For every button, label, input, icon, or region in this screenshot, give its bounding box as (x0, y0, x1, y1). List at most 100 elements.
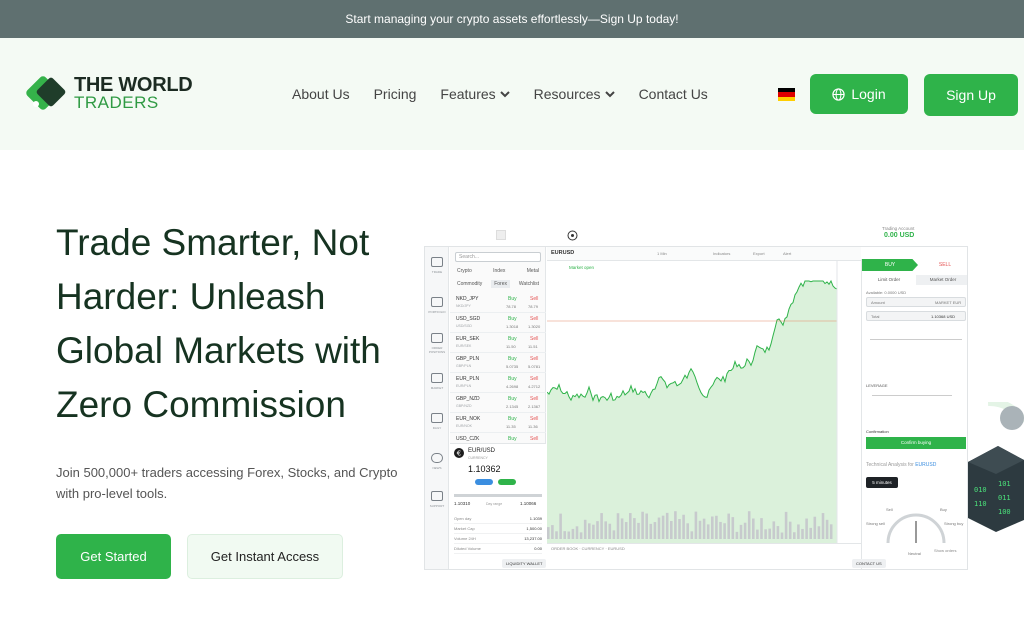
logo[interactable]: THE WORLD TRADERS (24, 74, 193, 114)
volume-bar (633, 518, 636, 539)
contact-us-button[interactable]: CONTACT US (852, 559, 886, 568)
support-icon[interactable] (431, 491, 443, 501)
euro-coin-icon: € (454, 448, 464, 458)
detail-sell-badge[interactable] (498, 479, 516, 485)
market-order-tab[interactable]: Market Order (916, 275, 967, 285)
portfolio-icon[interactable] (431, 297, 443, 307)
row-sell-button[interactable]: Sell (530, 416, 538, 422)
nav-pricing[interactable]: Pricing (374, 86, 417, 102)
row-sell-button[interactable]: Sell (530, 336, 538, 342)
get-started-button[interactable]: Get Started (56, 534, 171, 579)
tab-metal[interactable]: Metal (524, 267, 542, 275)
buy-tab[interactable]: BUY (862, 259, 918, 271)
watchlist-row[interactable]: NKD_JPY NKD/JPY Buy Sell 78.78 78.79 (450, 293, 546, 313)
volume-bar (686, 523, 689, 539)
row-buy-button[interactable]: Buy (508, 296, 517, 302)
volume-bar (809, 527, 812, 539)
row-sell-price: 2.1367 (528, 404, 541, 409)
tab-index[interactable]: Index (490, 267, 508, 275)
watchlist-row[interactable]: EUR_NOK EUR/NOK Buy Sell 11.35 11.36 (450, 413, 546, 433)
row-sell-button[interactable]: Sell (530, 376, 538, 382)
orders-icon[interactable] (431, 333, 443, 343)
row-sell-button[interactable]: Sell (530, 356, 538, 362)
watchlist-row[interactable]: EUR_SEK EUR/SEK Buy Sell 11.50 11.51 (450, 333, 546, 353)
news-icon[interactable] (431, 453, 443, 463)
language-flag-germany-icon[interactable] (778, 88, 795, 101)
nav-resources[interactable]: Resources (534, 86, 615, 102)
row-buy-button[interactable]: Buy (508, 336, 517, 342)
row-buy-button[interactable]: Buy (508, 416, 517, 422)
gauge-buy: Buy (940, 507, 947, 512)
trading-account-value[interactable]: 0.00 USD (884, 232, 914, 239)
toolbar-indicators[interactable]: Indicators (713, 251, 730, 256)
detail-buy-badge[interactable] (475, 479, 493, 485)
volume-bar (583, 519, 587, 539)
row-sell-price: 4.2712 (528, 384, 541, 389)
volume-bar (600, 513, 603, 539)
amount-slider[interactable] (870, 339, 962, 340)
volume-bar (784, 511, 788, 539)
total-label: Total (871, 314, 880, 319)
chevron-down-icon (499, 91, 510, 98)
banner-text: Start managing your crypto assets effort… (345, 12, 679, 26)
tab-watchlist[interactable]: Watchlist (516, 280, 542, 288)
interval-select[interactable]: 5 minutes (866, 477, 898, 488)
get-instant-access-button[interactable]: Get Instant Access (187, 534, 343, 579)
watchlist-row[interactable]: GBP_NZD GBP/NZD Buy Sell 2.1345 2.1367 (450, 393, 546, 413)
total-input[interactable]: Total 1.10368 USD (866, 311, 966, 321)
trade-icon[interactable] (431, 257, 443, 267)
volume-bar (797, 524, 800, 539)
chart-symbol[interactable]: EURUSD (551, 250, 574, 256)
detail-stat-key: Market Cap (454, 526, 475, 531)
volume-bar (821, 513, 825, 539)
row-buy-button[interactable]: Buy (508, 376, 517, 382)
sell-tab[interactable]: SELL (920, 259, 967, 271)
row-buy-button[interactable]: Buy (508, 316, 517, 322)
market-icon[interactable] (431, 373, 443, 383)
limit-order-tab[interactable]: Limit Order (862, 275, 916, 285)
row-buy-button[interactable]: Buy (508, 396, 517, 402)
sidebar-label-market: MARKET (430, 386, 444, 390)
tab-forex[interactable]: Forex (491, 280, 510, 288)
login-button[interactable]: Login (810, 74, 908, 114)
confirm-buying-button[interactable]: Confirm buying (866, 437, 966, 449)
tab-crypto[interactable]: Crypto (454, 267, 475, 275)
nav-contact-us[interactable]: Contact Us (639, 86, 708, 102)
row-buy-button[interactable]: Buy (508, 356, 517, 362)
chart-bottom-bar[interactable]: ORDER BOOK · CURRENCY · EURUSD (547, 543, 861, 553)
row-sell-button[interactable]: Sell (530, 436, 538, 442)
watchlist-search-input[interactable]: Search... (455, 252, 541, 262)
volume-bar (592, 524, 595, 539)
watchlist-row[interactable]: USD_SGD USD/SGD Buy Sell 1.3018 1.3020 (450, 313, 546, 333)
chart-area-fill (547, 281, 837, 543)
amount-input[interactable]: Amount MARKET EUR (866, 297, 966, 307)
leverage-slider[interactable] (872, 395, 952, 396)
amount-unit: MARKET EUR (935, 300, 962, 305)
row-symbol: EUR_SEK (456, 336, 480, 342)
show-orders-toggle[interactable]: Show orders (934, 548, 956, 553)
detail-stat-row: Open day 1.1039 (454, 514, 542, 524)
price-line-chart[interactable] (547, 261, 861, 543)
signup-button[interactable]: Sign Up (924, 74, 1018, 116)
toolbar-interval[interactable]: 1 Min (657, 251, 667, 256)
row-sell-button[interactable]: Sell (530, 316, 538, 322)
watchlist-row[interactable]: GBP_PLN GBP/PLN Buy Sell 5.0735 5.0781 (450, 353, 546, 373)
row-sell-button[interactable]: Sell (530, 296, 538, 302)
terminal-window: TRADE PORTFOLIO ORDER POSITIONS MARKET D… (424, 246, 968, 570)
volume-bar (817, 526, 821, 539)
volume-bar (752, 518, 755, 539)
tab-commodity[interactable]: Commodity (454, 280, 485, 288)
liquidity-wallet-button[interactable]: LIQUIDITY WALLET (502, 559, 547, 568)
nav-about-us[interactable]: About Us (292, 86, 350, 102)
daily-icon[interactable] (431, 413, 443, 423)
nav-features[interactable]: Features (440, 86, 510, 102)
get-instant-access-label: Get Instant Access (210, 549, 320, 564)
announcement-banner[interactable]: Start managing your crypto assets effort… (0, 0, 1024, 38)
toolbar-alert[interactable]: Alert (783, 251, 791, 256)
row-buy-button[interactable]: Buy (508, 436, 517, 442)
row-sell-button[interactable]: Sell (530, 396, 538, 402)
volume-bar (641, 511, 644, 539)
trading-terminal-preview: Trading Account 0.00 USD TRADE PORTFOLIO… (424, 226, 1024, 576)
toolbar-export[interactable]: Export (753, 251, 765, 256)
watchlist-row[interactable]: EUR_PLN EUR/PLN Buy Sell 4.2698 4.2712 (450, 373, 546, 393)
